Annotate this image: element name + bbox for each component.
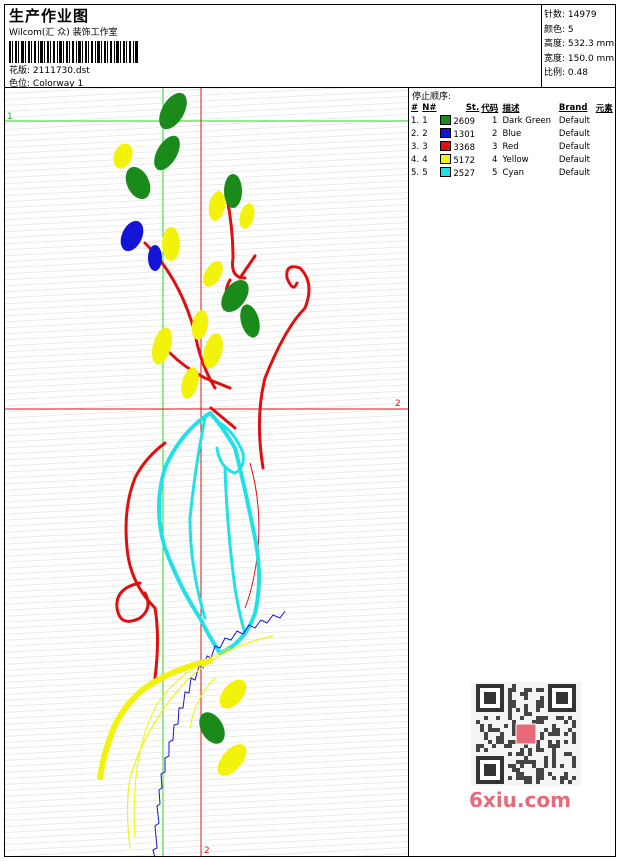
row-stitches: 2527 — [439, 166, 480, 179]
page-title: 生产作业图 — [9, 7, 90, 25]
stop-sequence-panel: 停止顺序: # N# St. 代码 描述 Brand 元素 1. 1 2609 1 Da… — [408, 87, 616, 857]
row-stitches: 5172 — [439, 153, 480, 166]
row-code: 3 — [492, 141, 498, 152]
guide-label-v2: 2 — [204, 846, 210, 856]
row-code: 2 — [492, 128, 498, 139]
row-number: 5 — [422, 167, 428, 178]
stats-panel: 针数: 14979 颜色: 5 高度: 532.3 mm 宽度: 150.0 m… — [541, 4, 616, 88]
table-row: 1. 1 2609 1 Dark Green Default — [410, 114, 616, 127]
col-number: N# — [422, 102, 437, 113]
row-description: Red — [502, 141, 519, 152]
table-row: 2. 2 1301 2 Blue Default — [410, 127, 616, 140]
row-code: 4 — [492, 154, 498, 165]
row-index: 3. — [411, 141, 420, 152]
barcode — [9, 41, 138, 63]
row-element — [595, 140, 616, 153]
row-brand: Default — [558, 154, 590, 165]
design-label: 花版: — [9, 66, 31, 76]
row-stitches: 2609 — [439, 114, 480, 127]
design-value: 2111730.dst — [32, 66, 90, 76]
row-element — [595, 166, 616, 179]
blue-leaves — [120, 220, 162, 271]
header-panel: 生产作业图 Wilcom(汇 众) 装饰工作室 花版: 2111730.dst … — [4, 4, 542, 89]
guide-label-h2: 2 — [395, 399, 401, 409]
stop-sequence-table: # N# St. 代码 描述 Brand 元素 1. 1 2609 1 Dark Gre… — [410, 101, 616, 179]
row-code: 5 — [492, 167, 498, 178]
row-description: Cyan — [502, 167, 524, 178]
cyan-leaf — [157, 411, 261, 655]
stat-stitches: 针数: 14979 — [544, 10, 597, 20]
stat-width: 宽度: 150.0 mm — [544, 53, 615, 64]
row-stitches: 3368 — [439, 140, 480, 153]
watermark-text: 6xiu.com — [469, 788, 571, 812]
row-index: 1. — [411, 115, 420, 126]
row-element — [595, 114, 616, 127]
row-index: 4. — [411, 154, 420, 165]
table-row: 5. 5 2527 5 Cyan Default — [410, 166, 616, 179]
row-description: Dark Green — [502, 115, 552, 126]
table-header-row: # N# St. 代码 描述 Brand 元素 — [410, 101, 616, 114]
row-number: 4 — [422, 154, 428, 165]
stats-list: 针数: 14979 颜色: 5 高度: 532.3 mm 宽度: 150.0 m… — [542, 5, 615, 81]
stat-colors: 颜色: 5 — [544, 24, 574, 35]
yellow-swoosh — [97, 635, 274, 849]
row-number: 1 — [422, 115, 428, 126]
green-leaves — [125, 92, 260, 744]
color-swatch — [440, 114, 452, 125]
row-description: Blue — [502, 128, 522, 139]
company-name: Wilcom(汇 众) 装饰工作室 — [9, 28, 118, 38]
stat-scale: 比例: 0.48 — [544, 68, 588, 78]
row-brand: Default — [558, 167, 590, 178]
row-brand: Default — [558, 141, 590, 152]
col-brand: Brand — [558, 102, 588, 113]
table-row: 3. 3 3368 3 Red Default — [410, 140, 616, 153]
stat-height: 高度: 532.3 mm — [544, 39, 615, 49]
color-swatch — [440, 140, 452, 151]
col-stitches: St. — [465, 102, 480, 113]
row-code: 1 — [492, 115, 498, 126]
row-stitches: 1301 — [439, 127, 480, 140]
row-brand: Default — [558, 128, 590, 139]
row-description: Yellow — [502, 154, 529, 165]
row-number: 2 — [422, 128, 428, 139]
table-row: 4. 4 5172 4 Yellow Default — [410, 153, 616, 166]
embroidery-preview — [5, 88, 408, 856]
col-code: 代码 — [481, 103, 499, 114]
guide-label-h1: 1 — [7, 112, 13, 122]
design-canvas[interactable]: 1 2 2 — [4, 87, 409, 857]
row-index: 2. — [411, 128, 420, 139]
col-index: # — [411, 102, 419, 113]
color-swatch — [440, 127, 452, 138]
design-info: 花版: 2111730.dst — [9, 63, 90, 76]
row-element — [595, 127, 616, 140]
row-index: 5. — [411, 167, 420, 178]
row-brand: Default — [558, 115, 590, 126]
col-element: 元素 — [595, 103, 613, 114]
color-swatch — [440, 166, 452, 177]
col-description: 描述 — [502, 103, 520, 114]
row-number: 3 — [422, 141, 428, 152]
qr-code — [471, 682, 581, 786]
row-element — [595, 153, 616, 166]
color-swatch — [440, 153, 452, 164]
